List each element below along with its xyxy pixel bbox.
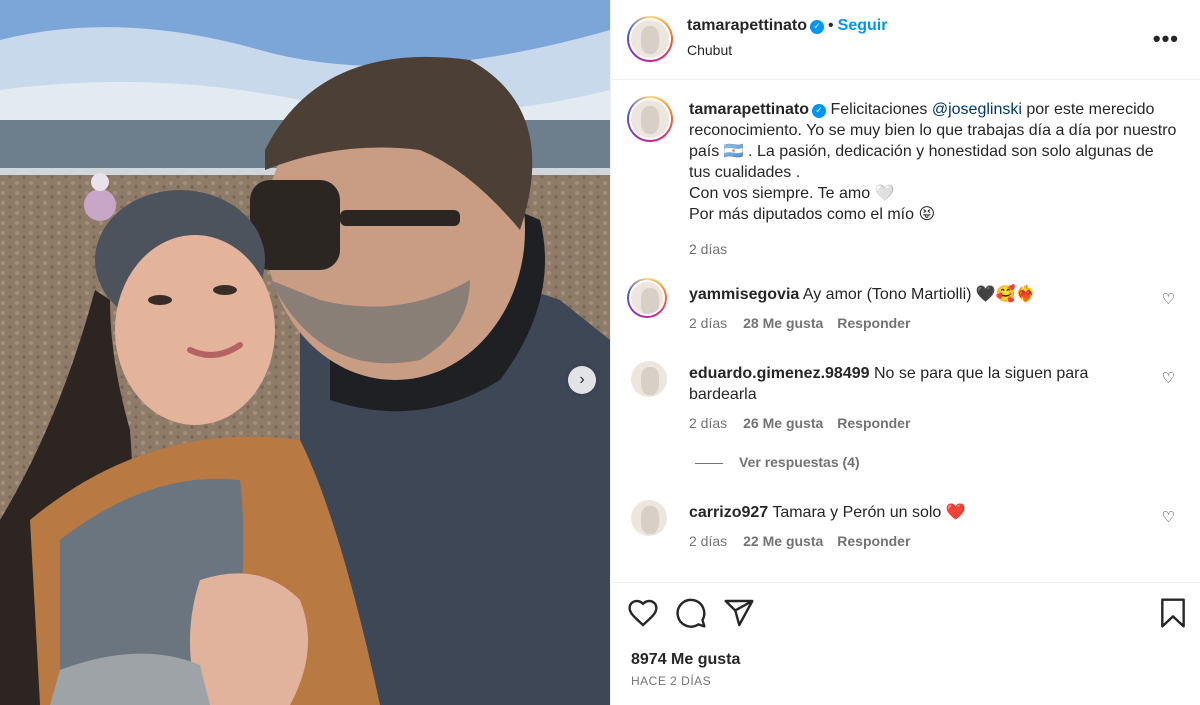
caption-line-3: Por más diputados como el mío 😝	[689, 206, 936, 223]
reply-button[interactable]: Responder	[837, 415, 910, 431]
caption-text: tamarapettinato ✓ Felicitaciones @josegli…	[689, 99, 1179, 183]
reply-button[interactable]: Responder	[837, 315, 910, 331]
chevron-right-icon[interactable]: ›	[568, 366, 596, 394]
comment-likes[interactable]: 28 Me gusta	[743, 315, 823, 331]
comment-meta: 2 días 22 Me gusta Responder	[689, 533, 1129, 549]
post-header: tamarapettinato ✓ • Seguir Chubut •••	[611, 0, 1200, 80]
post-photo[interactable]: ›	[0, 0, 610, 705]
heart-icon[interactable]: ♡	[1162, 508, 1175, 526]
comment-username[interactable]: carrizo927	[689, 504, 768, 521]
reply-button[interactable]: Responder	[837, 533, 910, 549]
verified-badge-icon: ✓	[810, 19, 825, 34]
mention-link[interactable]: @joseglinski	[932, 101, 1022, 118]
avatar[interactable]	[627, 16, 673, 62]
header-username[interactable]: tamarapettinato	[687, 17, 807, 34]
avatar[interactable]	[631, 500, 667, 536]
post-detail-panel: tamarapettinato ✓ • Seguir Chubut ••• tamar…	[610, 0, 1200, 705]
comment-likes[interactable]: 22 Me gusta	[743, 533, 823, 549]
post-actions: 8974 Me gusta HACE 2 DÍAS	[611, 582, 1200, 705]
comment-icon[interactable]	[675, 597, 707, 629]
location-link[interactable]: Chubut	[687, 42, 732, 58]
comment-time: 2 días	[689, 315, 728, 331]
comment-body: carrizo927 Tamara y Perón un solo ❤️ 2 d…	[689, 502, 1129, 549]
caption-line-2: Con vos siempre. Te amo 🤍	[689, 185, 895, 202]
heart-icon[interactable]	[627, 597, 659, 629]
view-replies-button[interactable]: Ver respuestas (4)	[695, 454, 860, 470]
likes-count[interactable]: 8974 Me gusta	[631, 651, 740, 669]
comment-meta: 2 días 26 Me gusta Responder	[689, 415, 1129, 431]
comment-text-line: eduardo.gimenez.98499 No se para que la …	[689, 363, 1129, 405]
comment-likes[interactable]: 26 Me gusta	[743, 415, 823, 431]
avatar[interactable]	[627, 278, 667, 318]
comment-text-line: carrizo927 Tamara y Perón un solo ❤️	[689, 502, 1129, 523]
caption: tamarapettinato ✓ Felicitaciones @josegli…	[689, 99, 1179, 257]
comment-body: eduardo.gimenez.98499 No se para que la …	[689, 363, 1129, 431]
comment-meta: 2 días 28 Me gusta Responder	[689, 315, 1129, 331]
comment-time: 2 días	[689, 533, 728, 549]
comment-text: Ay amor (Tono Martiolli) 🖤🥰❤️‍🔥	[802, 286, 1036, 303]
bookmark-icon[interactable]	[1157, 597, 1189, 629]
heart-icon[interactable]: ♡	[1162, 369, 1175, 387]
share-icon[interactable]	[723, 597, 755, 629]
comment-username[interactable]: eduardo.gimenez.98499	[689, 365, 870, 382]
comment-time: 2 días	[689, 415, 728, 431]
follow-button[interactable]: Seguir	[838, 17, 888, 34]
separator-dot: •	[828, 17, 834, 34]
post-date: HACE 2 DÍAS	[631, 674, 712, 688]
caption-time: 2 días	[689, 241, 728, 257]
post-photo-illustration	[0, 0, 610, 705]
comment-body: yammisegovia Ay amor (Tono Martiolli) 🖤🥰…	[689, 284, 1129, 331]
heart-icon[interactable]: ♡	[1162, 290, 1175, 308]
ellipsis-icon[interactable]: •••	[1153, 26, 1179, 52]
comment-text-line: yammisegovia Ay amor (Tono Martiolli) 🖤🥰…	[689, 284, 1129, 305]
caption-text-part: Felicitaciones	[830, 101, 932, 118]
avatar[interactable]	[631, 361, 667, 397]
comment-text: Tamara y Perón un solo ❤️	[772, 504, 966, 521]
caption-avatar[interactable]	[627, 96, 673, 142]
caption-username[interactable]: tamarapettinato	[689, 101, 809, 118]
comment-username[interactable]: yammisegovia	[689, 286, 799, 303]
header-user-line: tamarapettinato ✓ • Seguir	[687, 17, 887, 35]
verified-badge-icon: ✓	[812, 103, 827, 118]
